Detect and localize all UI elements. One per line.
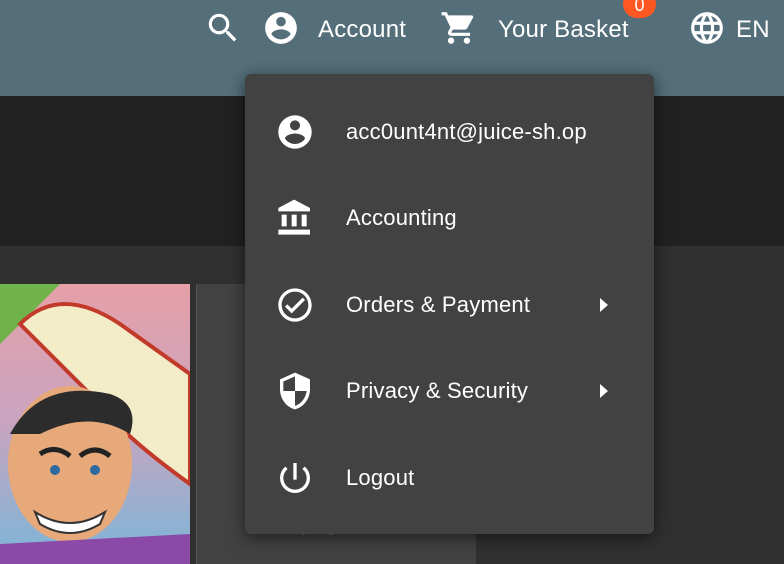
account-menu: acc0unt4nt@juice-sh.op Accounting Orders… <box>245 74 654 534</box>
menu-item-privacy-security[interactable]: Privacy & Security <box>245 348 654 434</box>
shield-icon <box>275 371 315 411</box>
account-circle-icon <box>262 9 300 52</box>
shopping-cart-icon <box>440 9 478 52</box>
menu-item-email[interactable]: acc0unt4nt@juice-sh.op <box>245 89 654 175</box>
menu-item-label: Logout <box>346 465 415 490</box>
menu-item-label: acc0unt4nt@juice-sh.op <box>346 119 587 144</box>
submenu-arrow-icon <box>600 298 608 312</box>
basket-count-badge: 0 <box>623 0 656 18</box>
account-button[interactable]: Account <box>262 10 406 50</box>
search-button[interactable] <box>204 10 242 50</box>
menu-item-logout[interactable]: Logout <box>245 435 654 521</box>
search-icon <box>204 9 242 52</box>
account-label: Account <box>318 16 407 43</box>
globe-icon <box>688 9 726 52</box>
language-button[interactable]: EN <box>688 10 770 50</box>
menu-item-label: Privacy & Security <box>346 378 529 403</box>
check-circle-icon <box>275 285 315 325</box>
basket-button[interactable]: Your Basket <box>440 10 629 50</box>
menu-item-accounting[interactable]: Accounting <box>245 175 654 261</box>
menu-item-label: Orders & Payment <box>346 292 531 317</box>
menu-item-label: Accounting <box>346 205 457 230</box>
menu-item-orders-payment[interactable]: Orders & Payment <box>245 262 654 348</box>
product-image[interactable] <box>0 284 190 564</box>
language-label: EN <box>736 16 770 43</box>
power-icon <box>275 458 315 498</box>
submenu-arrow-icon <box>600 384 608 398</box>
account-circle-icon <box>275 112 315 152</box>
bank-icon <box>275 198 315 238</box>
basket-label: Your Basket <box>498 16 629 43</box>
